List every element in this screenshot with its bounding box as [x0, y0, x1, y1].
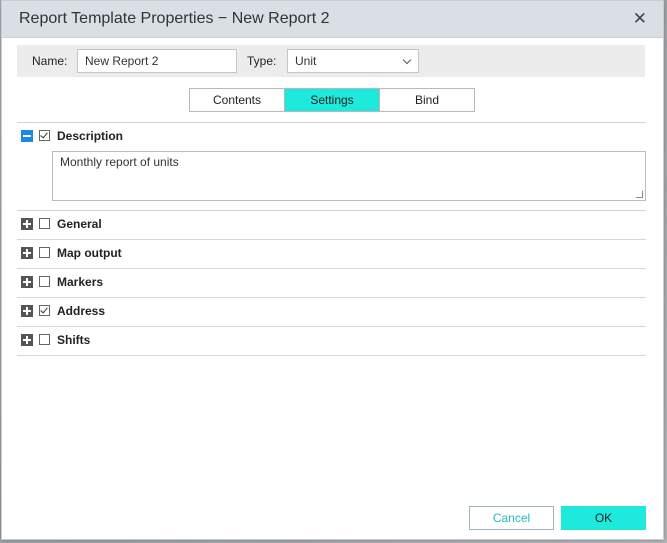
tab-bind[interactable]: Bind [380, 89, 474, 111]
section-label: Map output [57, 246, 122, 260]
section-map-output: Map output [17, 239, 646, 267]
resize-grip-icon[interactable] [636, 191, 643, 198]
chevron-down-icon [402, 55, 412, 65]
type-label: Type: [247, 54, 277, 68]
name-type-bar: Name: New Report 2 Type: Unit [17, 45, 645, 77]
section-label: General [57, 217, 102, 231]
collapse-icon[interactable] [21, 130, 33, 142]
tab-bar: Contents Settings Bind [189, 88, 475, 112]
expand-icon[interactable] [21, 276, 33, 288]
markers-checkbox[interactable] [39, 276, 50, 287]
section-label: Markers [57, 275, 104, 289]
section-shifts: Shifts [17, 326, 646, 354]
address-checkbox[interactable] [39, 305, 50, 316]
description-text: Monthly report of units [60, 155, 179, 169]
expand-icon[interactable] [21, 305, 33, 317]
ok-button[interactable]: OK [561, 506, 646, 530]
type-select-value: Unit [295, 54, 317, 68]
checkmark-icon [40, 305, 48, 314]
section-label: Address [57, 304, 106, 318]
description-checkbox[interactable] [39, 130, 50, 141]
description-textarea[interactable]: Monthly report of units [52, 151, 646, 201]
dialog-title: Report Template Properties − New Report … [19, 10, 330, 27]
section-general: General [17, 210, 646, 238]
expand-icon[interactable] [21, 334, 33, 346]
section-address: Address [17, 297, 646, 325]
section-label: Description [57, 129, 124, 143]
map-output-checkbox[interactable] [39, 247, 50, 258]
expand-icon[interactable] [21, 218, 33, 230]
dialog-titlebar: Report Template Properties − New Report … [2, 1, 663, 38]
name-label: Name: [32, 54, 68, 68]
tab-settings[interactable]: Settings [285, 89, 380, 111]
type-select[interactable]: Unit [287, 49, 419, 73]
section-label: Shifts [57, 333, 91, 347]
divider [17, 355, 646, 356]
section-description: Description [17, 122, 646, 150]
name-input[interactable]: New Report 2 [77, 49, 237, 73]
checkmark-icon [40, 130, 48, 139]
section-markers: Markers [17, 268, 646, 296]
close-icon[interactable]: ✕ [633, 10, 647, 28]
expand-icon[interactable] [21, 247, 33, 259]
cancel-button[interactable]: Cancel [469, 506, 554, 530]
general-checkbox[interactable] [39, 218, 50, 229]
tab-contents[interactable]: Contents [190, 89, 285, 111]
shifts-checkbox[interactable] [39, 334, 50, 345]
